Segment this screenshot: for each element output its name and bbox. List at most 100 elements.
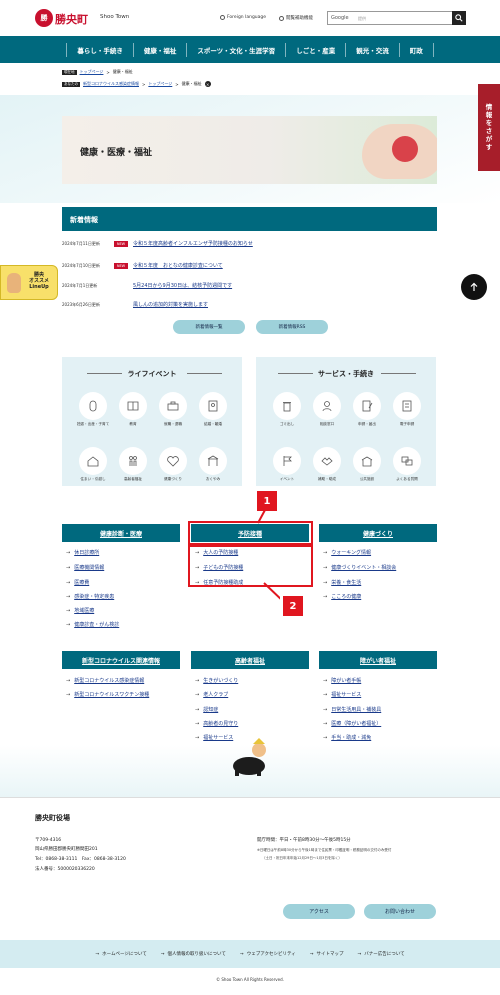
- service-consultation[interactable]: 相談窓口: [307, 392, 347, 427]
- close-history-icon[interactable]: ×: [204, 81, 211, 87]
- breadcrumb-covid-link[interactable]: 新型コロナウイルス感染症情報: [83, 81, 139, 87]
- footer-link-about[interactable]: → ホームページについて: [95, 951, 146, 957]
- search-info-side-tab[interactable]: 情 報 を さ が す: [478, 84, 500, 171]
- footer-link-accessibility[interactable]: → ウェブアクセシビリティ: [240, 951, 296, 957]
- category-link[interactable]: → 栄養・食生活: [323, 579, 361, 587]
- news-heading: 新着情報: [62, 207, 437, 231]
- category-link[interactable]: → 手当・助成・減免: [323, 734, 371, 742]
- category-disability-heading[interactable]: 障がい者福祉: [319, 651, 437, 669]
- footer-link-label: バナー広告について: [364, 952, 405, 957]
- news-link[interactable]: 5月24日から9月30日は、結核予防週間です: [133, 282, 232, 289]
- category-link[interactable]: → 医療費: [66, 579, 89, 587]
- site-logo-text[interactable]: 勝央町: [55, 11, 88, 27]
- footer-link-privacy[interactable]: → 個人情報の取り扱いについて: [161, 951, 226, 957]
- footer-link-banner-ads[interactable]: → バナー広告について: [358, 951, 405, 957]
- category-link[interactable]: → 感染症・特定疾患: [66, 593, 115, 601]
- arrow-right-icon: →: [66, 593, 71, 600]
- service-faq[interactable]: よくある質問: [387, 447, 427, 482]
- arrow-right-icon: →: [323, 593, 328, 600]
- category-link[interactable]: → 障がい者手帳: [323, 677, 361, 685]
- category-covid-heading[interactable]: 新型コロナウイルス関連情報: [62, 651, 180, 669]
- category-elderly-heading[interactable]: 高齢者福祉: [191, 651, 309, 669]
- category-link[interactable]: → 地域医療: [66, 607, 94, 615]
- life-event-pregnancy[interactable]: 妊娠・出産・子育て: [73, 392, 113, 427]
- life-event-health[interactable]: 健康づくり: [153, 447, 193, 482]
- services-panel: サービス・手続き ゴミ出し 相談窓口 申請・届出 電子申請 イベント 補助・助成…: [256, 357, 436, 486]
- handshake-icon: [313, 447, 341, 475]
- scroll-to-top-button[interactable]: [461, 274, 487, 300]
- gnav-tourism[interactable]: 観光・交流: [345, 42, 399, 57]
- category-medical-heading[interactable]: 健康診断・医療: [62, 524, 180, 542]
- news-date: 2024年7月11日更新: [62, 240, 100, 246]
- arrow-right-icon: →: [323, 706, 328, 713]
- accessibility-icon: [279, 15, 284, 21]
- category-link-label: 医療機関情報: [74, 565, 105, 571]
- news-link[interactable]: 令和５年度 おとなの健康診査について: [133, 262, 223, 269]
- arrow-right-icon: →: [239, 952, 244, 957]
- life-event-marriage[interactable]: 結婚・離婚: [193, 392, 233, 427]
- category-link[interactable]: → 医療機関情報: [66, 564, 105, 572]
- gnav-health[interactable]: 健康・福祉: [132, 42, 187, 57]
- category-link[interactable]: → こころの健康: [323, 593, 361, 601]
- foreign-language-link[interactable]: Foreign language: [220, 15, 266, 20]
- gnav-sports[interactable]: スポーツ・文化・生涯学習: [186, 42, 285, 57]
- category-link[interactable]: → 休日診療所: [66, 549, 99, 557]
- life-event-housing[interactable]: 住まい・引越し: [73, 447, 113, 482]
- reading-aid-link[interactable]: 閲覧補助機能: [279, 15, 313, 21]
- breadcrumb-top-link-2[interactable]: トップページ: [148, 81, 172, 87]
- news-date: 2024年7月1日更新: [62, 282, 98, 288]
- service-facilities[interactable]: 公共施設: [347, 447, 387, 482]
- category-link[interactable]: → 福祉サービス: [323, 691, 361, 699]
- recommend-lineup-badge[interactable]: 勝央 オススメ LineUp: [0, 265, 58, 300]
- category-link[interactable]: → 新型コロナウイルス感染症情報: [66, 677, 144, 685]
- category-link-label: 感染症・特定疾患: [74, 594, 115, 600]
- category-link[interactable]: → 健康づくりイベント・相談会: [323, 564, 396, 572]
- breadcrumb-top-link[interactable]: トップページ: [80, 69, 104, 75]
- footer-note: ※日曜日は午前8時30分から午後1時まで住民票・印鑑証明・税務証明の交付のみ受付: [257, 848, 392, 852]
- news-rss-button[interactable]: 新着情報RSS: [256, 320, 328, 334]
- category-link[interactable]: → 健康診査・がん検診: [66, 621, 119, 629]
- footer-link-sitemap[interactable]: → サイトマップ: [310, 951, 344, 957]
- town-mascot-image: [233, 738, 266, 776]
- gnav-work[interactable]: しごと・産業: [285, 42, 345, 57]
- service-application[interactable]: 申請・届出: [347, 392, 387, 427]
- search-input[interactable]: Google 提供: [327, 11, 453, 25]
- service-event[interactable]: イベント: [267, 447, 307, 482]
- category-link[interactable]: → 老人クラブ: [195, 691, 228, 699]
- category-link[interactable]: → 生きがいづくり: [195, 677, 239, 685]
- access-button[interactable]: アクセス: [283, 904, 355, 919]
- life-event-elderly[interactable]: 高齢者福祉: [113, 447, 153, 482]
- strawberry-image: [392, 136, 418, 162]
- category-health-promotion-heading[interactable]: 健康づくり: [319, 524, 437, 542]
- news-list-button[interactable]: 新着情報一覧: [173, 320, 245, 334]
- news-link[interactable]: 風しんの追加的対策を実施します: [133, 301, 208, 308]
- service-garbage[interactable]: ゴミ出し: [267, 392, 307, 427]
- category-link[interactable]: → 高齢者の見守り: [195, 720, 238, 728]
- contact-button[interactable]: お問い合わせ: [364, 904, 436, 919]
- heart-icon: [159, 447, 187, 475]
- category-link[interactable]: → 医療（障がい者福祉）: [323, 720, 381, 728]
- category-link[interactable]: → ウォーキング情報: [323, 549, 371, 557]
- gnav-government[interactable]: 町政: [398, 42, 434, 57]
- life-event-condolence[interactable]: おくやみ: [193, 447, 233, 482]
- service-subsidy[interactable]: 補助・助成: [307, 447, 347, 482]
- gnav-living[interactable]: 暮らし・手続き: [66, 42, 133, 57]
- arrow-right-icon: →: [323, 720, 328, 727]
- town-logo-icon[interactable]: 勝: [35, 9, 53, 27]
- category-link[interactable]: → 日常生活用具・補装具: [323, 706, 381, 714]
- service-e-application[interactable]: 電子申請: [387, 392, 427, 427]
- arrow-right-icon: →: [195, 734, 200, 741]
- elderly-icon: [119, 447, 147, 475]
- life-events-title: ライフイベント: [127, 370, 177, 378]
- search-button[interactable]: [452, 11, 466, 25]
- global-nav: 暮らし・手続き 健康・福祉 スポーツ・文化・生涯学習 しごと・産業 観光・交流 …: [0, 36, 500, 63]
- news-link[interactable]: 令和５年度高齢者インフルエンザ予防接種のお知らせ: [133, 240, 253, 247]
- category-link-label: 生きがいづくり: [203, 678, 239, 684]
- category-title: 健康診断・医療: [99, 530, 142, 538]
- life-event-education[interactable]: 教育: [113, 392, 153, 427]
- foreign-language-label: Foreign language: [227, 15, 267, 20]
- footer-link-label: サイトマップ: [316, 952, 344, 957]
- category-link[interactable]: → 新型コロナウイルスワクチン接種: [66, 691, 149, 699]
- life-event-employment[interactable]: 就職・退職: [153, 392, 193, 427]
- category-link[interactable]: → 認知症: [195, 706, 218, 714]
